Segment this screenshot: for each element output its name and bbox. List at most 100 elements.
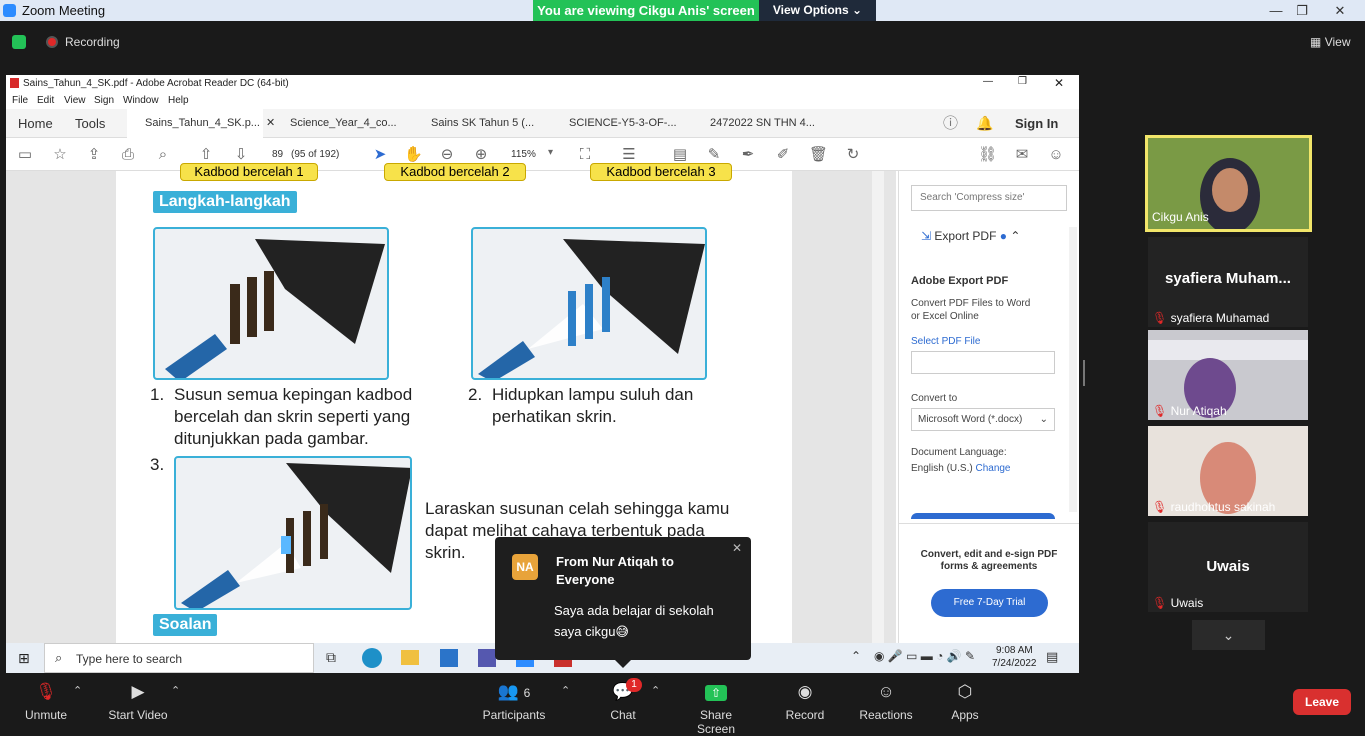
chevron-down-icon[interactable]: ⌄ — [1192, 620, 1265, 650]
tab-doc-1[interactable]: Sains_Tahun_4_SK.p... ✕ — [127, 109, 275, 138]
zoom-search-icon[interactable]: ⌕ — [154, 146, 172, 164]
view-button[interactable]: ▦ View — [1310, 35, 1350, 49]
free-trial-button[interactable]: Free 7-Day Trial — [931, 589, 1048, 617]
participant-tile[interactable]: Uwais 🎙 Uwais — [1148, 522, 1308, 612]
fit-page-icon[interactable]: ⛶ — [576, 146, 594, 164]
select-pdf-field[interactable] — [911, 351, 1055, 374]
teams-icon[interactable] — [478, 649, 496, 667]
view-options-button[interactable]: View Options ⌄ — [759, 0, 876, 21]
windows-start-icon[interactable]: ⊞ — [18, 650, 30, 667]
apps-button[interactable]: ⬡ Apps — [950, 682, 980, 722]
document-area[interactable]: Kadbod bercelah 1 Kadbod bercelah 2 Kadb… — [6, 163, 896, 643]
recording-label[interactable]: Recording — [65, 35, 120, 49]
zoom-level[interactable]: 115% — [511, 149, 536, 160]
pane-scrollbar[interactable] — [1069, 227, 1077, 512]
unmute-button[interactable]: 🎙 Unmute — [20, 682, 72, 722]
minimize-icon[interactable]: — — [1262, 0, 1290, 21]
trash-icon[interactable]: 🗑 — [809, 146, 828, 164]
bell-icon[interactable]: 🔔 — [976, 109, 993, 138]
menu-help[interactable]: Help — [168, 95, 189, 106]
share-screen-button[interactable]: ⇧ Share Screen — [680, 682, 752, 736]
chevron-up-icon[interactable]: ⌃ — [1010, 229, 1020, 243]
zoom-in-icon[interactable]: ⊕ — [472, 146, 490, 164]
page-number[interactable]: 89 — [272, 149, 283, 160]
video-options-icon[interactable]: ⌃ — [171, 684, 180, 697]
participant-tile[interactable]: 🎙 Nur Atiqah — [1148, 330, 1308, 420]
participants-button[interactable]: 👥 6 Participants — [481, 682, 547, 722]
leave-button[interactable]: Leave — [1293, 689, 1351, 715]
notification-icon[interactable]: ▤ — [1046, 649, 1058, 665]
participant-tile-active[interactable]: Cikgu Anis — [1145, 135, 1312, 232]
lang-text: English (U.S.) — [911, 463, 973, 474]
taskbar-date[interactable]: 7/24/2022 — [992, 658, 1037, 669]
page-up-icon[interactable]: ⇧ — [197, 146, 215, 164]
zoom-out-icon[interactable]: ⊖ — [438, 146, 456, 164]
change-lang-link[interactable]: Change — [975, 463, 1010, 474]
page-down-icon[interactable]: ⇩ — [232, 146, 250, 164]
scroll-mode-icon[interactable]: ☰ — [620, 146, 638, 164]
taskbar-search[interactable]: ⌕ Type here to search — [44, 643, 314, 673]
close-icon[interactable]: ✕ — [1326, 0, 1354, 21]
folder-icon[interactable] — [401, 650, 419, 665]
edge-icon[interactable] — [362, 648, 382, 668]
menu-sign[interactable]: Sign — [94, 95, 114, 106]
participant-name-text: Uwais — [1170, 596, 1204, 610]
task-view-icon[interactable]: ⧉ — [326, 649, 336, 666]
mail-icon[interactable]: ✉ — [1013, 146, 1031, 164]
reactions-button[interactable]: ☺ Reactions — [858, 682, 914, 722]
sign-icon[interactable]: ✒ — [739, 146, 757, 164]
tab-tools[interactable]: Tools — [75, 109, 105, 138]
chat-notification[interactable]: NA From Nur Atiqah to Everyone ✕ Saya ad… — [495, 537, 751, 668]
info-icon: ● — [999, 229, 1008, 243]
hand-icon[interactable]: ✋ — [404, 146, 423, 164]
taskbar-time[interactable]: 9:08 AM — [996, 645, 1033, 656]
tools-search-input[interactable]: Search 'Compress size' — [911, 185, 1067, 211]
restore-icon[interactable]: ❐ — [1288, 0, 1316, 21]
acrobat-minimize-icon[interactable]: — — [983, 76, 993, 87]
resize-handle[interactable] — [1083, 360, 1085, 386]
menu-edit[interactable]: Edit — [37, 95, 54, 106]
participant-tile[interactable]: 🎙 raudhohtus sakinah — [1148, 426, 1308, 516]
tab-close-icon[interactable]: ✕ — [266, 117, 275, 129]
tab-doc-2[interactable]: Science_Year_4_co... — [290, 109, 397, 138]
start-video-button[interactable]: ▶ Start Video — [106, 682, 170, 722]
audio-options-icon[interactable]: ⌃ — [73, 684, 82, 697]
sign-in-button[interactable]: Sign In — [1015, 109, 1058, 138]
mail-app-icon[interactable] — [440, 649, 458, 667]
select-cursor-icon[interactable]: ➤ — [371, 146, 389, 164]
tray-icons[interactable]: ◉ 🎤 ▭ ▬ ◔ 🔊 ✎ — [874, 649, 975, 663]
close-icon[interactable]: ✕ — [732, 541, 742, 555]
chat-options-icon[interactable]: ⌃ — [651, 684, 660, 697]
menu-view[interactable]: View — [64, 95, 86, 106]
convert-button-partial[interactable] — [911, 513, 1055, 519]
label-kadbod-2: Kadbod bercelah 2 — [384, 163, 526, 181]
redo-icon[interactable]: ↻ — [844, 146, 862, 164]
upload-icon[interactable]: ⇪ — [85, 146, 103, 164]
star-icon[interactable]: ☆ — [51, 146, 69, 164]
help-icon[interactable]: ⓘ — [943, 109, 958, 138]
comment-icon[interactable]: ▤ — [671, 146, 689, 164]
tab-doc-4[interactable]: SCIENCE-Y5-3-OF-... — [569, 109, 677, 138]
participant-tile[interactable]: syafiera Muham... 🎙 syafiera Muhamad — [1148, 237, 1308, 327]
acrobat-close-icon[interactable]: ✕ — [1054, 76, 1064, 90]
tab-doc-5[interactable]: 2472022 SN THN 4... — [710, 109, 815, 138]
doc-scrollbar[interactable] — [872, 171, 884, 643]
export-pdf-header[interactable]: ⇲ Export PDF ● ⌃ — [921, 229, 1020, 243]
save-icon[interactable]: ▭ — [16, 146, 34, 164]
record-button[interactable]: ◉ Record — [785, 682, 825, 722]
highlight-icon[interactable]: ✎ — [705, 146, 723, 164]
menu-window[interactable]: Window — [123, 95, 159, 106]
format-select[interactable]: Microsoft Word (*.docx) ⌄ — [911, 408, 1055, 431]
user-icon[interactable]: ☺ — [1047, 146, 1065, 164]
tray-chevron-icon[interactable]: ⌃ — [851, 649, 861, 663]
link-icon[interactable]: ⛓ — [978, 146, 997, 164]
shield-icon[interactable] — [12, 35, 26, 49]
menu-file[interactable]: File — [12, 95, 28, 106]
zoom-dropdown-icon[interactable]: ▾ — [548, 147, 553, 158]
edit-icon[interactable]: ✐ — [774, 146, 792, 164]
tab-home[interactable]: Home — [18, 109, 53, 138]
participants-options-icon[interactable]: ⌃ — [561, 684, 570, 697]
print-icon[interactable]: ⎙ — [119, 146, 137, 164]
tab-doc-3[interactable]: Sains SK Tahun 5 (... — [431, 109, 534, 138]
acrobat-restore-icon[interactable]: ❐ — [1018, 76, 1027, 87]
